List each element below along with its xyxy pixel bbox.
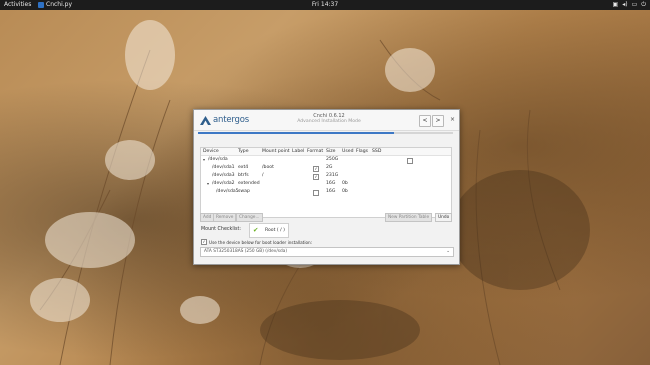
row-size: 16G — [326, 181, 336, 186]
format-checkbox[interactable] — [313, 189, 319, 196]
col-flags[interactable]: Flags — [356, 148, 368, 155]
remove-button[interactable]: Remove — [213, 213, 237, 222]
volume-icon[interactable]: ◂) — [622, 0, 627, 10]
table-row[interactable]: /dev/sda3 btrfs / ✓ 231G — [201, 172, 451, 180]
activities-button[interactable]: Activities — [4, 0, 31, 10]
install-progress-bar — [198, 132, 453, 134]
expander-icon[interactable]: ▾ — [207, 181, 209, 186]
row-device: /dev/sda — [208, 157, 228, 162]
logo-text: antergos — [213, 115, 249, 125]
row-mount: /boot — [262, 165, 274, 170]
table-row[interactable]: /dev/sda1 ext4 /boot ✓ 2G — [201, 164, 451, 172]
mount-checklist-item: Root ( / ) — [265, 228, 285, 233]
col-type[interactable]: Type — [238, 148, 249, 155]
row-size: 231G — [326, 173, 339, 178]
bootloader-device-select[interactable]: ATA ST3250318AS (250 GB) (/dev/sda) ⌄ — [200, 247, 454, 257]
system-tray[interactable]: ▣ ◂) ▭ ⏻ — [613, 0, 646, 10]
power-icon[interactable]: ⏻ — [641, 0, 646, 10]
partition-buttons: Add Remove Change... New Partition Table… — [200, 213, 453, 222]
mount-checklist: ✔ Root ( / ) — [249, 223, 289, 238]
row-device: /dev/sda1 — [212, 165, 235, 170]
row-device: /dev/sda5 — [216, 189, 239, 194]
row-size: 250G — [326, 157, 339, 162]
network-icon[interactable]: ▣ — [613, 0, 619, 10]
table-row[interactable]: ▾ /dev/sda 250G — [201, 156, 451, 164]
row-type: swap — [238, 189, 250, 194]
row-type: ext4 — [238, 165, 249, 170]
col-ssd[interactable]: SSD — [372, 148, 381, 155]
table-header: Device Type Mount point Label Format Siz… — [201, 148, 451, 156]
installer-window: antergos Cnchi 0.6.12 Advanced Installat… — [193, 109, 460, 265]
app-icon — [38, 2, 44, 8]
ssd-checkbox[interactable] — [407, 157, 413, 164]
row-used: 0b — [342, 181, 348, 186]
row-device: /dev/sda2 — [212, 181, 235, 186]
mount-checklist-label: Mount Checklist: — [201, 227, 241, 232]
close-button[interactable]: × — [450, 116, 455, 123]
window-subtitle: Advanced Installation Mode — [297, 119, 361, 124]
chevron-down-icon: ⌄ — [446, 249, 450, 254]
bootloader-label: Use the device below for boot loader ins… — [209, 239, 313, 245]
col-used[interactable]: Used — [342, 148, 354, 155]
expander-icon[interactable]: ▾ — [203, 157, 205, 162]
clock[interactable]: Fri 14:37 — [312, 0, 338, 10]
bootloader-checkbox[interactable]: ✓ — [201, 239, 207, 245]
bootloader-option[interactable]: ✓ Use the device below for boot loader i… — [201, 239, 312, 245]
app-menu[interactable]: Cnchi.py — [38, 0, 72, 10]
partition-table[interactable]: Device Type Mount point Label Format Siz… — [200, 147, 452, 218]
antergos-logo-icon — [200, 115, 211, 125]
table-row[interactable]: /dev/sda5 swap 16G 0b — [201, 188, 451, 196]
table-row[interactable]: ▾ /dev/sda2 extended 16G 0b — [201, 180, 451, 188]
row-used: 0b — [342, 189, 348, 194]
forward-button[interactable]: > — [432, 115, 444, 127]
col-label[interactable]: Label — [292, 148, 304, 155]
row-mount: / — [262, 173, 264, 178]
format-checkbox[interactable]: ✓ — [313, 165, 319, 172]
col-mount-point[interactable]: Mount point — [262, 148, 290, 155]
antergos-logo: antergos — [200, 115, 249, 125]
format-checkbox[interactable]: ✓ — [313, 173, 319, 180]
col-size[interactable]: Size — [326, 148, 335, 155]
row-type: extended — [238, 181, 260, 186]
top-bar: Activities Cnchi.py Fri 14:37 ▣ ◂) ▭ ⏻ — [0, 0, 650, 10]
new-partition-table-button[interactable]: New Partition Table — [385, 213, 433, 222]
checkmark-icon: ✔ — [253, 226, 259, 234]
back-button[interactable]: < — [419, 115, 431, 127]
row-device: /dev/sda3 — [212, 173, 235, 178]
col-device[interactable]: Device — [203, 148, 219, 155]
app-menu-label: Cnchi.py — [46, 1, 73, 8]
change-button[interactable]: Change... — [236, 213, 263, 222]
battery-icon[interactable]: ▭ — [632, 0, 638, 10]
window-header: antergos Cnchi 0.6.12 Advanced Installat… — [194, 110, 459, 131]
bootloader-device-value: ATA ST3250318AS (250 GB) (/dev/sda) — [204, 249, 288, 254]
row-size: 16G — [326, 189, 336, 194]
row-type: btrfs — [238, 173, 249, 178]
row-size: 2G — [326, 165, 333, 170]
undo-button[interactable]: Undo — [435, 213, 453, 222]
col-format[interactable]: Format — [307, 148, 323, 155]
install-progress-fill — [198, 132, 395, 134]
